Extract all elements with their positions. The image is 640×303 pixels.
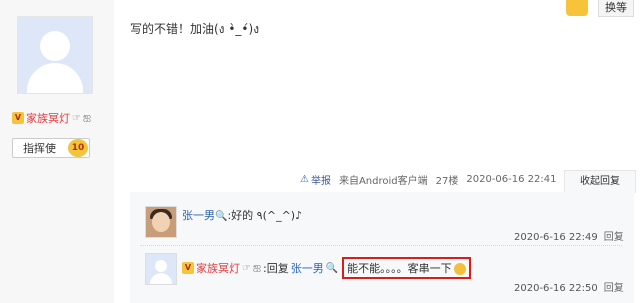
reply-button[interactable]: 回复 [604,283,624,294]
reply-avatar[interactable] [145,206,177,238]
reply-line: 张一男🔍:好的 ٩(^_^)♪ [182,207,302,223]
reply-user-link[interactable]: 张一男 [182,209,215,222]
reply-time: 2020-6-16 22:49 [514,232,598,243]
member-level-icon: V [12,112,24,124]
post-timestamp: 2020-06-16 22:41 [466,174,557,185]
post-meta: ⚠ 举报 来自Android客户端 27楼 2020-06-16 22:41 [300,172,557,187]
fold-replies-button[interactable]: 收起回复 [564,170,636,193]
smile-emoji-icon [453,263,466,275]
post-floor: 27楼 [435,176,459,187]
key-icon: 🔍 [325,262,339,274]
key-icon: 🔍 [215,211,228,222]
author-avatar[interactable] [17,16,93,94]
highlighted-reply-text: 能不能。。。。客串一下 [342,257,471,279]
reply-time-row: 2020-6-16 22:49 回复 [514,228,624,243]
reply-time: 2020-6-16 22:50 [514,283,598,294]
reply-prefix: :回复 [263,262,289,275]
post-content: 写的不错！加油(ง •̀_•́)ง [130,22,260,36]
link-icon: ஐ [252,262,261,273]
member-crown-icon[interactable] [566,0,588,16]
hand-point-icon: ☞ [72,112,81,124]
reply-line: V 家族冥灯 ☞ ஐ :回复 张一男 🔍 能不能。。。。客串一下 [182,257,471,279]
reply-button[interactable]: 回复 [604,232,624,243]
reply-target-link[interactable]: 张一男 [291,260,324,276]
reply-text: :好的 ٩(^_^)♪ [227,209,303,222]
hand-point-icon: ☞ [242,262,251,274]
reply-divider [140,245,622,246]
member-level-icon: V [182,262,194,274]
reply-avatar[interactable] [145,253,177,285]
swap-button[interactable]: 换等 [598,0,634,17]
reply-user-link[interactable]: 家族冥灯 [196,260,240,276]
report-link[interactable]: ⚠ 举报 [300,172,331,187]
reply-time-row: 2020-6-16 22:50 回复 [514,279,624,294]
author-name-row: V 家族冥灯 ☞ ஐ [12,110,91,126]
author-name[interactable]: 家族冥灯 [26,110,70,126]
author-level-badge: 10 [68,139,88,157]
link-icon: ஐ [82,112,91,123]
post-source: 来自Android客户端 [338,176,428,187]
warning-icon: ⚠ [300,174,309,185]
